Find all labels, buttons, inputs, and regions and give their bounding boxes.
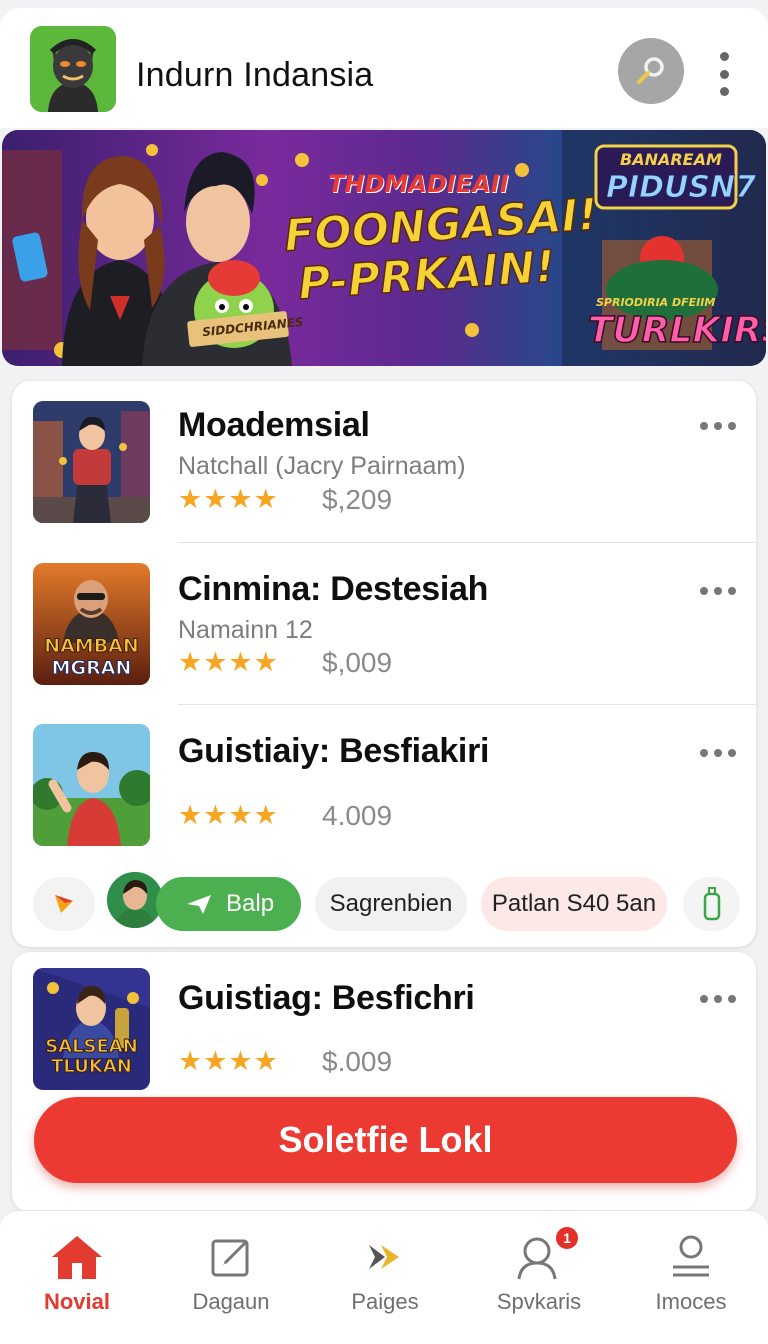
game-title[interactable]: Guistiag: Besfichri (178, 979, 475, 1018)
app-screen: Indurn Indansia THDMADIEAII FOONGASAI! P… (0, 0, 768, 1344)
balp-chip[interactable]: Balp (156, 877, 301, 931)
divider (178, 542, 756, 543)
balp-chip-label: Balp (226, 890, 275, 917)
search-button[interactable] (618, 38, 684, 104)
app-title: Indurn Indansia (136, 56, 374, 94)
game-thumbnail[interactable]: SALSEAN TLUKAN (33, 968, 150, 1090)
top-app-bar: Indurn Indansia (0, 8, 768, 128)
nav-item-dagaun[interactable]: Dagaun (154, 1211, 308, 1344)
bottle-chip[interactable] (683, 877, 740, 931)
rating-stars: ★★★★ (178, 800, 279, 830)
nav-label: Novial (43, 1289, 111, 1314)
nav-label: Imoces (655, 1289, 727, 1314)
patlan-chip-label: Patlan S40 5an (491, 890, 657, 917)
forward-icon (357, 1231, 413, 1283)
play-icon (55, 895, 73, 913)
game-title[interactable]: Guistiaiy: Besfiakiri (178, 732, 489, 771)
game-subtitle: Natchall (Jacry Pairnaam) (178, 452, 466, 480)
more-horizontal-icon[interactable] (700, 994, 736, 1004)
avatar-chip[interactable] (107, 872, 163, 928)
nav-item-imoces[interactable]: Imoces (614, 1211, 768, 1344)
divider (178, 704, 756, 705)
banner-corner-sub: SPRIODIRIA DFEIIM (596, 296, 716, 309)
more-horizontal-icon[interactable] (700, 748, 736, 758)
banner-corner-main: PIDUSN7 (606, 170, 757, 206)
game-price: $,209 (322, 484, 393, 515)
patlan-chip[interactable]: Patlan S40 5an (481, 877, 667, 931)
nav-label: Spvkaris (496, 1289, 582, 1314)
game-thumbnail[interactable]: NAMBAN MGRAN (33, 563, 150, 685)
sagrenbien-chip-label: Sagrenbien (329, 890, 453, 917)
game-price: $.009 (322, 1046, 393, 1077)
banner-headline-small: THDMADIEAII (328, 170, 509, 198)
nav-label: Dagaun (192, 1289, 270, 1314)
rating-stars: ★★★★ (178, 1046, 279, 1076)
game-thumbnail[interactable] (33, 724, 150, 846)
rating-stars: ★★★★ (178, 484, 279, 514)
primary-action-button[interactable]: Soletfie Lokl (34, 1097, 737, 1183)
nav-item-home[interactable]: Novial (0, 1211, 154, 1344)
play-chip[interactable] (33, 877, 95, 931)
more-horizontal-icon[interactable] (700, 421, 736, 431)
search-icon (637, 57, 664, 84)
promo-banner[interactable]: THDMADIEAII FOONGASAI! P-PRKAIN! SIDDCHR… (2, 130, 766, 366)
profile-icon (663, 1231, 719, 1283)
thumbnail-caption: MGRAN (51, 657, 132, 680)
send-icon (187, 895, 211, 914)
thumbnail-caption: TLUKAN (51, 1056, 133, 1078)
edit-icon (203, 1231, 259, 1283)
more-horizontal-icon[interactable] (700, 586, 736, 596)
game-subtitle: Namainn 12 (178, 616, 313, 644)
app-logo-icon[interactable] (30, 26, 116, 112)
thumbnail-caption: NAMBAN (44, 635, 140, 658)
sagrenbien-chip[interactable]: Sagrenbien (315, 877, 467, 931)
notification-badge: 1 (554, 1225, 580, 1251)
banner-corner-brand: TURLKIRS (587, 309, 766, 352)
avatar-icon (107, 872, 163, 928)
banner-corner-top: BANAREAM (620, 150, 722, 169)
game-thumbnail[interactable] (33, 401, 150, 523)
bottom-navigation: Novial Dagaun Paiges 1 Spvkaris Imoces (0, 1210, 768, 1344)
nav-item-spvkaris[interactable]: 1 Spvkaris (462, 1211, 616, 1344)
rating-stars: ★★★★ (178, 647, 279, 677)
bottle-icon (703, 887, 720, 921)
game-price: 4.009 (322, 800, 393, 831)
nav-label: Paiges (351, 1289, 419, 1314)
game-price: $,009 (322, 647, 393, 678)
more-vertical-icon[interactable] (712, 52, 736, 96)
thumbnail-caption: SALSEAN (45, 1036, 139, 1058)
game-title[interactable]: Cinmina: Destesiah (178, 570, 488, 609)
home-icon (49, 1231, 105, 1283)
nav-item-paiges[interactable]: Paiges (308, 1211, 462, 1344)
game-title[interactable]: Moademsial (178, 406, 370, 445)
